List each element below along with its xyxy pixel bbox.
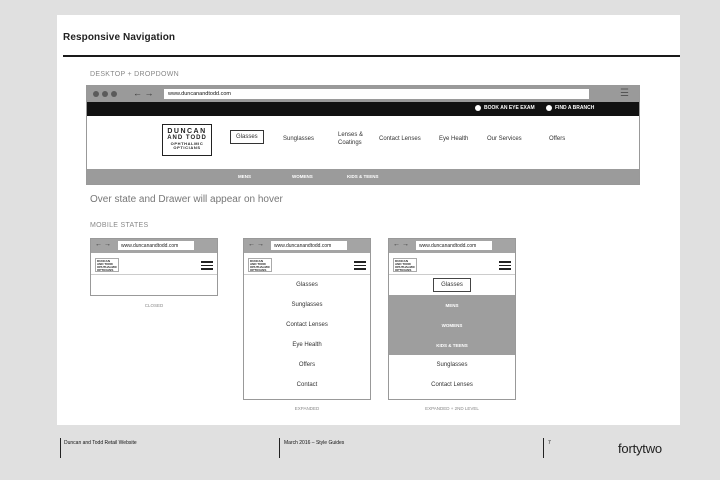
nav-contact-lenses[interactable]: Contact Lenses — [379, 136, 421, 142]
site-logo[interactable]: DUNCAN AND TODD OPHTHALMIC OPTICIANS — [393, 258, 417, 272]
window-dot-icon[interactable] — [102, 91, 108, 97]
back-forward-icon[interactable]: ← → — [248, 241, 264, 248]
nav-glasses[interactable]: Glasses — [230, 130, 264, 144]
drawer-item-eye-health[interactable]: Eye Health — [244, 335, 370, 355]
subnav-womens[interactable]: WOMENS — [292, 174, 313, 179]
drawer-item-sunglasses[interactable]: Sunglasses — [389, 355, 515, 375]
back-forward-icon[interactable]: ← → — [133, 88, 154, 98]
desktop-browser-mock: ← → www.duncanandtodd.com ☰ BOOK AN EYE … — [86, 85, 640, 185]
desktop-section-label: DESKTOP + DROPDOWN — [90, 71, 179, 78]
back-forward-icon[interactable]: ← → — [95, 241, 111, 248]
find-branch-link[interactable]: FIND A BRANCH — [546, 105, 594, 111]
nav-eye-health[interactable]: Eye Health — [439, 136, 468, 142]
hamburger-menu-icon[interactable] — [201, 261, 213, 272]
mobile-second-level-mock: ← → www.duncanandtodd.com DUNCAN AND TOD… — [388, 238, 516, 400]
drawer-sub-womens[interactable]: WOMENS — [389, 315, 515, 335]
address-bar[interactable]: www.duncanandtodd.com — [416, 241, 492, 250]
footer-date: March 2016 – Style Guides — [284, 440, 345, 446]
site-logo[interactable]: DUNCAN AND TODD OPHTHALMIC OPTICIANS — [162, 124, 212, 156]
bullet-icon — [546, 105, 552, 111]
nav-offers[interactable]: Offers — [549, 136, 565, 142]
logo-line: OPTICIANS — [97, 268, 114, 272]
drawer-sub-kids-teens[interactable]: KIDS & TEENS — [389, 335, 515, 355]
dropdown-subnav: MENS WOMENS KIDS & TEENS — [87, 169, 639, 184]
footer-divider — [279, 438, 280, 458]
hover-note: Over state and Drawer will appear on hov… — [90, 194, 283, 205]
logo-line: OPTICIANS — [250, 268, 267, 272]
nav-our-services[interactable]: Our Services — [487, 136, 522, 142]
mobile-section-label: MOBILE STATES — [90, 222, 149, 229]
utility-bar: BOOK AN EYE EXAM FIND A BRANCH — [87, 102, 639, 116]
drawer-item-sunglasses[interactable]: Sunglasses — [244, 295, 370, 315]
drawer-item-contact-lenses[interactable]: Contact Lenses — [244, 315, 370, 335]
site-logo[interactable]: DUNCAN AND TODD OPHTHALMIC OPTICIANS — [95, 258, 119, 272]
expanded-caption: EXPANDED — [294, 406, 320, 411]
drawer-item-glasses[interactable]: Glasses — [244, 275, 370, 295]
back-forward-icon[interactable]: ← → — [393, 241, 409, 248]
drawer-item-glasses-active[interactable]: Glasses — [389, 275, 515, 295]
bullet-icon — [475, 105, 481, 111]
footer-divider — [543, 438, 544, 458]
browser-chrome: ← → www.duncanandtodd.com ☰ — [87, 86, 639, 102]
book-eye-exam-link[interactable]: BOOK AN EYE EXAM — [475, 105, 535, 111]
drawer-sub-mens[interactable]: MENS — [389, 295, 515, 315]
footer-project: Duncan and Todd Retail Website — [64, 440, 137, 446]
nav-sunglasses[interactable]: Sunglasses — [283, 136, 314, 142]
window-dot-icon[interactable] — [93, 91, 99, 97]
browser-menu-icon[interactable]: ☰ — [620, 88, 629, 99]
address-bar[interactable]: www.duncanandtodd.com — [164, 89, 589, 99]
title-divider — [63, 55, 680, 57]
mobile-chrome: ← → www.duncanandtodd.com — [91, 239, 217, 253]
subnav-mens[interactable]: MENS — [238, 174, 251, 179]
address-bar[interactable]: www.duncanandtodd.com — [118, 241, 194, 250]
mobile-chrome: ← → www.duncanandtodd.com — [244, 239, 370, 253]
logo-line: DUNCAN — [167, 128, 207, 135]
drawer-item-offers[interactable]: Offers — [244, 355, 370, 375]
mobile-chrome: ← → www.duncanandtodd.com — [389, 239, 515, 253]
book-eye-exam-label: BOOK AN EYE EXAM — [484, 105, 535, 111]
mobile-header: DUNCAN AND TODD OPHTHALMIC OPTICIANS — [389, 253, 515, 275]
mobile-header: DUNCAN AND TODD OPHTHALMIC OPTICIANS — [91, 253, 217, 275]
window-dot-icon[interactable] — [111, 91, 117, 97]
footer-page-number: 7 — [548, 440, 551, 446]
logo-line: OPTICIANS — [395, 268, 412, 272]
logo-line: OPTICIANS — [173, 144, 201, 150]
drawer-item-contact-lenses[interactable]: Contact Lenses — [389, 375, 515, 395]
closed-caption: CLOSED — [144, 303, 164, 308]
address-bar[interactable]: www.duncanandtodd.com — [271, 241, 347, 250]
subnav-kids-teens[interactable]: KIDS & TEENS — [347, 174, 379, 179]
find-branch-label: FIND A BRANCH — [555, 105, 595, 111]
mobile-header: DUNCAN AND TODD OPHTHALMIC OPTICIANS — [244, 253, 370, 275]
hamburger-menu-icon[interactable] — [499, 261, 511, 272]
footer-divider — [60, 438, 61, 458]
hamburger-menu-icon[interactable] — [354, 261, 366, 272]
brand-logo: fortytwo — [618, 441, 662, 456]
site-logo[interactable]: DUNCAN AND TODD OPHTHALMIC OPTICIANS — [248, 258, 272, 272]
second-level-caption: EXPANDED + 2ND LEVEL — [425, 406, 479, 411]
style-guide-sheet: Responsive Navigation DESKTOP + DROPDOWN… — [57, 15, 680, 425]
drawer-item-contact[interactable]: Contact — [244, 375, 370, 395]
mobile-expanded-mock: ← → www.duncanandtodd.com DUNCAN AND TOD… — [243, 238, 371, 400]
main-navigation: DUNCAN AND TODD OPHTHALMIC OPTICIANS Gla… — [87, 116, 639, 166]
page-title: Responsive Navigation — [63, 32, 176, 43]
drawer-item-label: Glasses — [433, 278, 471, 292]
nav-lenses-coatings[interactable]: Lenses & Coatings — [338, 132, 372, 148]
mobile-closed-mock: ← → www.duncanandtodd.com DUNCAN AND TOD… — [90, 238, 218, 296]
